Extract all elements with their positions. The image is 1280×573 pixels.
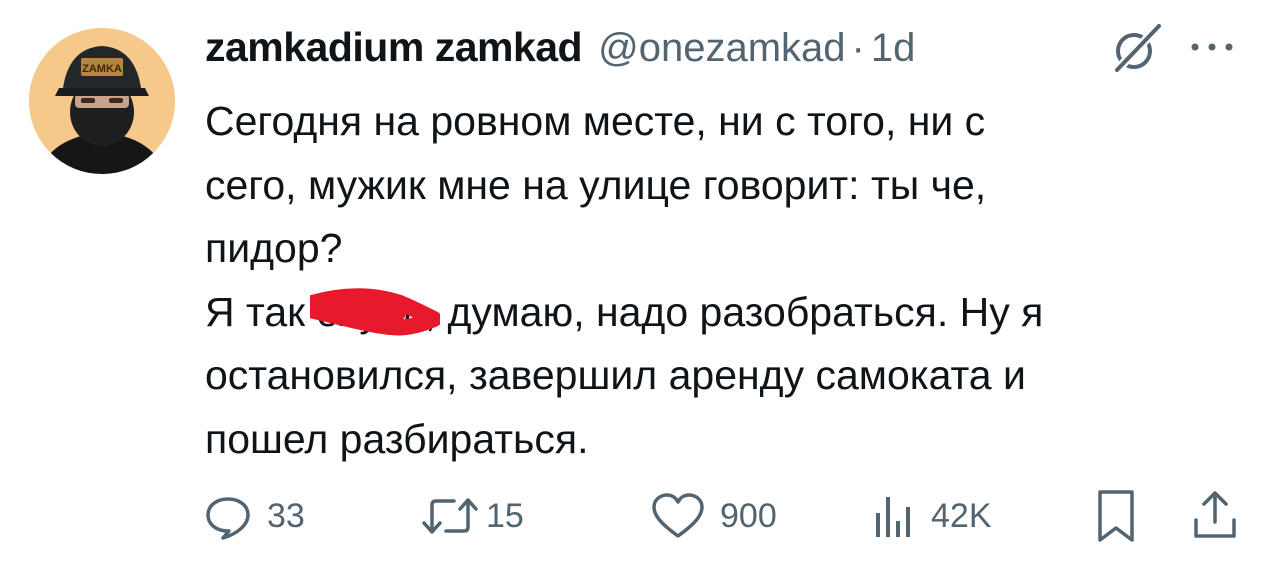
share-icon — [1194, 491, 1236, 538]
tweet-line: пошел разбираться. — [205, 415, 589, 462]
censored-word-text: охуел — [316, 288, 425, 335]
bookmark-button[interactable] — [1093, 488, 1139, 544]
user-handle[interactable]: @onezamkad — [598, 26, 845, 71]
tweet-line: Сегодня на ровном месте, ни с того, ни с — [205, 98, 986, 144]
tweet-line: сего, мужик мне на улице говорит: ты че, — [205, 161, 987, 208]
heart-icon — [652, 493, 704, 538]
tweet-actions: 33 15 900 42K — [203, 488, 1253, 544]
tweet-header: zamkadium zamkad @onezamkad · 1d — [205, 24, 915, 74]
svg-text:ZAMKA: ZAMKA — [82, 63, 122, 75]
reply-icon — [206, 497, 250, 540]
like-count: 900 — [720, 496, 777, 535]
tweet-line: пидор? — [205, 225, 343, 271]
avatar[interactable]: ZAMKA — [29, 28, 175, 174]
censored-word: охуел — [310, 281, 441, 345]
bookmark-icon — [1098, 490, 1134, 542]
repost-icon — [422, 498, 478, 534]
timestamp[interactable]: 1d — [871, 26, 916, 71]
more-icon[interactable] — [1185, 22, 1245, 72]
views-button[interactable]: 42K — [871, 488, 992, 544]
reply-button[interactable]: 33 — [203, 488, 305, 544]
tweet-line: Я так охуел, думаю, надо разобраться. Ну… — [205, 281, 1245, 345]
tweet-text-segment: Я так — [205, 288, 317, 335]
repost-button[interactable]: 15 — [420, 488, 524, 544]
reply-count: 33 — [267, 496, 305, 535]
separator-dot: · — [851, 26, 865, 70]
tweet-line: остановился, завершил аренду самоката и — [205, 352, 1026, 398]
like-button[interactable]: 900 — [650, 488, 777, 544]
grok-icon[interactable] — [1105, 20, 1165, 80]
avatar-image: ZAMKA — [29, 28, 175, 174]
tweet-text: Сегодня на ровном месте, ни с того, ни с… — [205, 90, 1245, 471]
share-button[interactable] — [1190, 488, 1240, 544]
repost-count: 15 — [486, 496, 524, 535]
tweet-text-segment: , думаю, надо разобраться. Ну я — [424, 288, 1044, 335]
views-icon — [876, 497, 910, 537]
views-count: 42K — [931, 496, 992, 535]
display-name[interactable]: zamkadium zamkad — [205, 24, 583, 71]
